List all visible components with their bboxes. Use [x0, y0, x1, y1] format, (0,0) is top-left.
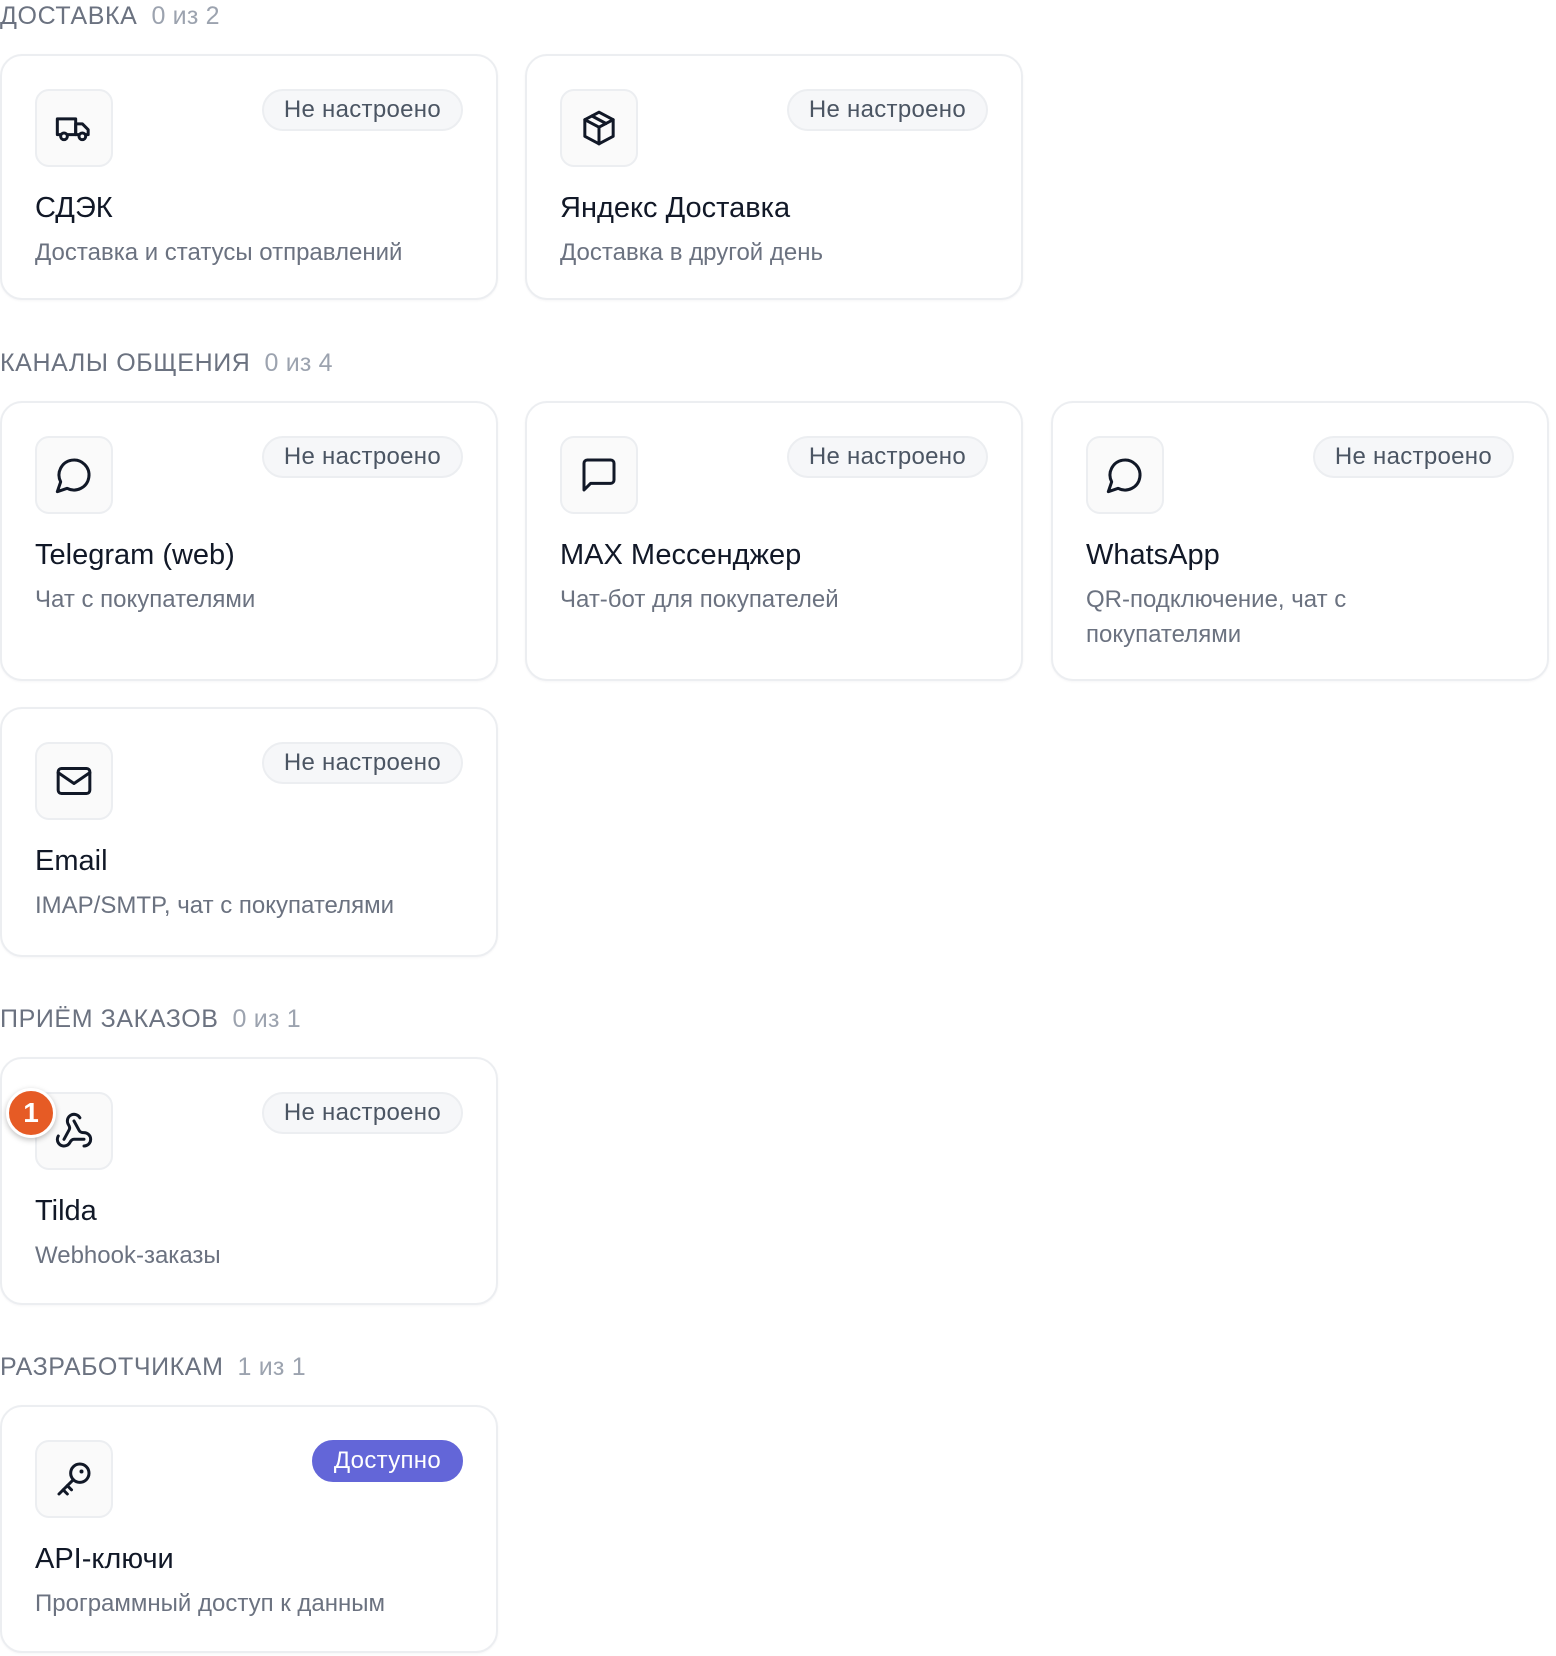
card-title: Email — [35, 845, 108, 877]
message-square-icon — [560, 436, 638, 514]
integration-card-cdek[interactable]: Не настроено СДЭК Доставка и статусы отп… — [0, 54, 498, 300]
chat-bubble-icon — [35, 436, 113, 514]
package-icon — [560, 89, 638, 167]
status-badge: Не настроено — [786, 89, 988, 131]
card-description: Чат-бот для покупателей — [560, 586, 839, 613]
section-count: 1 из 1 — [237, 1353, 306, 1381]
integration-card-api-keys[interactable]: Доступно API-ключи Программный доступ к … — [0, 1405, 498, 1653]
section-count: 0 из 2 — [151, 2, 220, 30]
integration-card-max[interactable]: Не настроено MAX Мессенджер Чат-бот для … — [525, 401, 1023, 681]
card-description: Доставка и статусы отправлений — [35, 239, 403, 266]
integration-card-yandex-delivery[interactable]: Не настроено Яндекс Доставка Доставка в … — [525, 54, 1023, 300]
status-badge: Не настроено — [261, 742, 463, 784]
card-description: Программный доступ к данным — [35, 1590, 386, 1617]
chat-bubble-icon — [1086, 436, 1164, 514]
truck-icon — [35, 89, 113, 167]
section-title: КАНАЛЫ ОБЩЕНИЯ — [0, 349, 251, 377]
card-title: Яндекс Доставка — [560, 192, 791, 224]
card-title: СДЭК — [35, 192, 113, 224]
status-badge: Не настроено — [261, 436, 463, 478]
section-count: 0 из 1 — [232, 1005, 301, 1033]
card-description: Webhook-заказы — [35, 1242, 221, 1269]
section-title: ДОСТАВКА — [0, 2, 138, 30]
section-header-delivery: ДОСТАВКА 0 из 2 — [0, 2, 220, 31]
card-description: Доставка в другой день — [560, 239, 823, 266]
key-icon — [35, 1440, 113, 1518]
section-title: ПРИЁМ ЗАКАЗОВ — [0, 1005, 219, 1033]
integration-card-telegram[interactable]: Не настроено Telegram (web) Чат с покупа… — [0, 401, 498, 681]
card-title: API-ключи — [35, 1543, 174, 1575]
card-description: Чат с покупателями — [35, 586, 256, 613]
section-header-channels: КАНАЛЫ ОБЩЕНИЯ 0 из 4 — [0, 349, 333, 378]
card-title: Telegram (web) — [35, 539, 235, 571]
status-badge: Не настроено — [261, 89, 463, 131]
card-title: Tilda — [35, 1195, 97, 1227]
section-header-developers: РАЗРАБОТЧИКАМ 1 из 1 — [0, 1353, 306, 1382]
mail-icon — [35, 742, 113, 820]
card-description: QR-подключение, чат с покупателями — [1086, 586, 1347, 648]
status-badge: Не настроено — [1312, 436, 1514, 478]
card-title: MAX Мессенджер — [560, 539, 802, 571]
section-header-orders: ПРИЁМ ЗАКАЗОВ 0 из 1 — [0, 1005, 301, 1034]
integration-card-email[interactable]: Не настроено Email IMAP/SMTP, чат с поку… — [0, 707, 498, 957]
integration-card-whatsapp[interactable]: Не настроено WhatsApp QR-подключение, ча… — [1051, 401, 1549, 681]
card-description: IMAP/SMTP, чат с покупателями — [35, 892, 395, 919]
card-title: WhatsApp — [1086, 539, 1220, 571]
notification-badge[interactable]: 1 — [6, 1088, 56, 1138]
status-badge: Не настроено — [261, 1092, 463, 1134]
integration-card-tilda[interactable]: Не настроено Tilda Webhook-заказы — [0, 1057, 498, 1305]
status-badge: Доступно — [311, 1440, 463, 1482]
section-title: РАЗРАБОТЧИКАМ — [0, 1353, 224, 1381]
section-count: 0 из 4 — [264, 349, 333, 377]
status-badge: Не настроено — [786, 436, 988, 478]
